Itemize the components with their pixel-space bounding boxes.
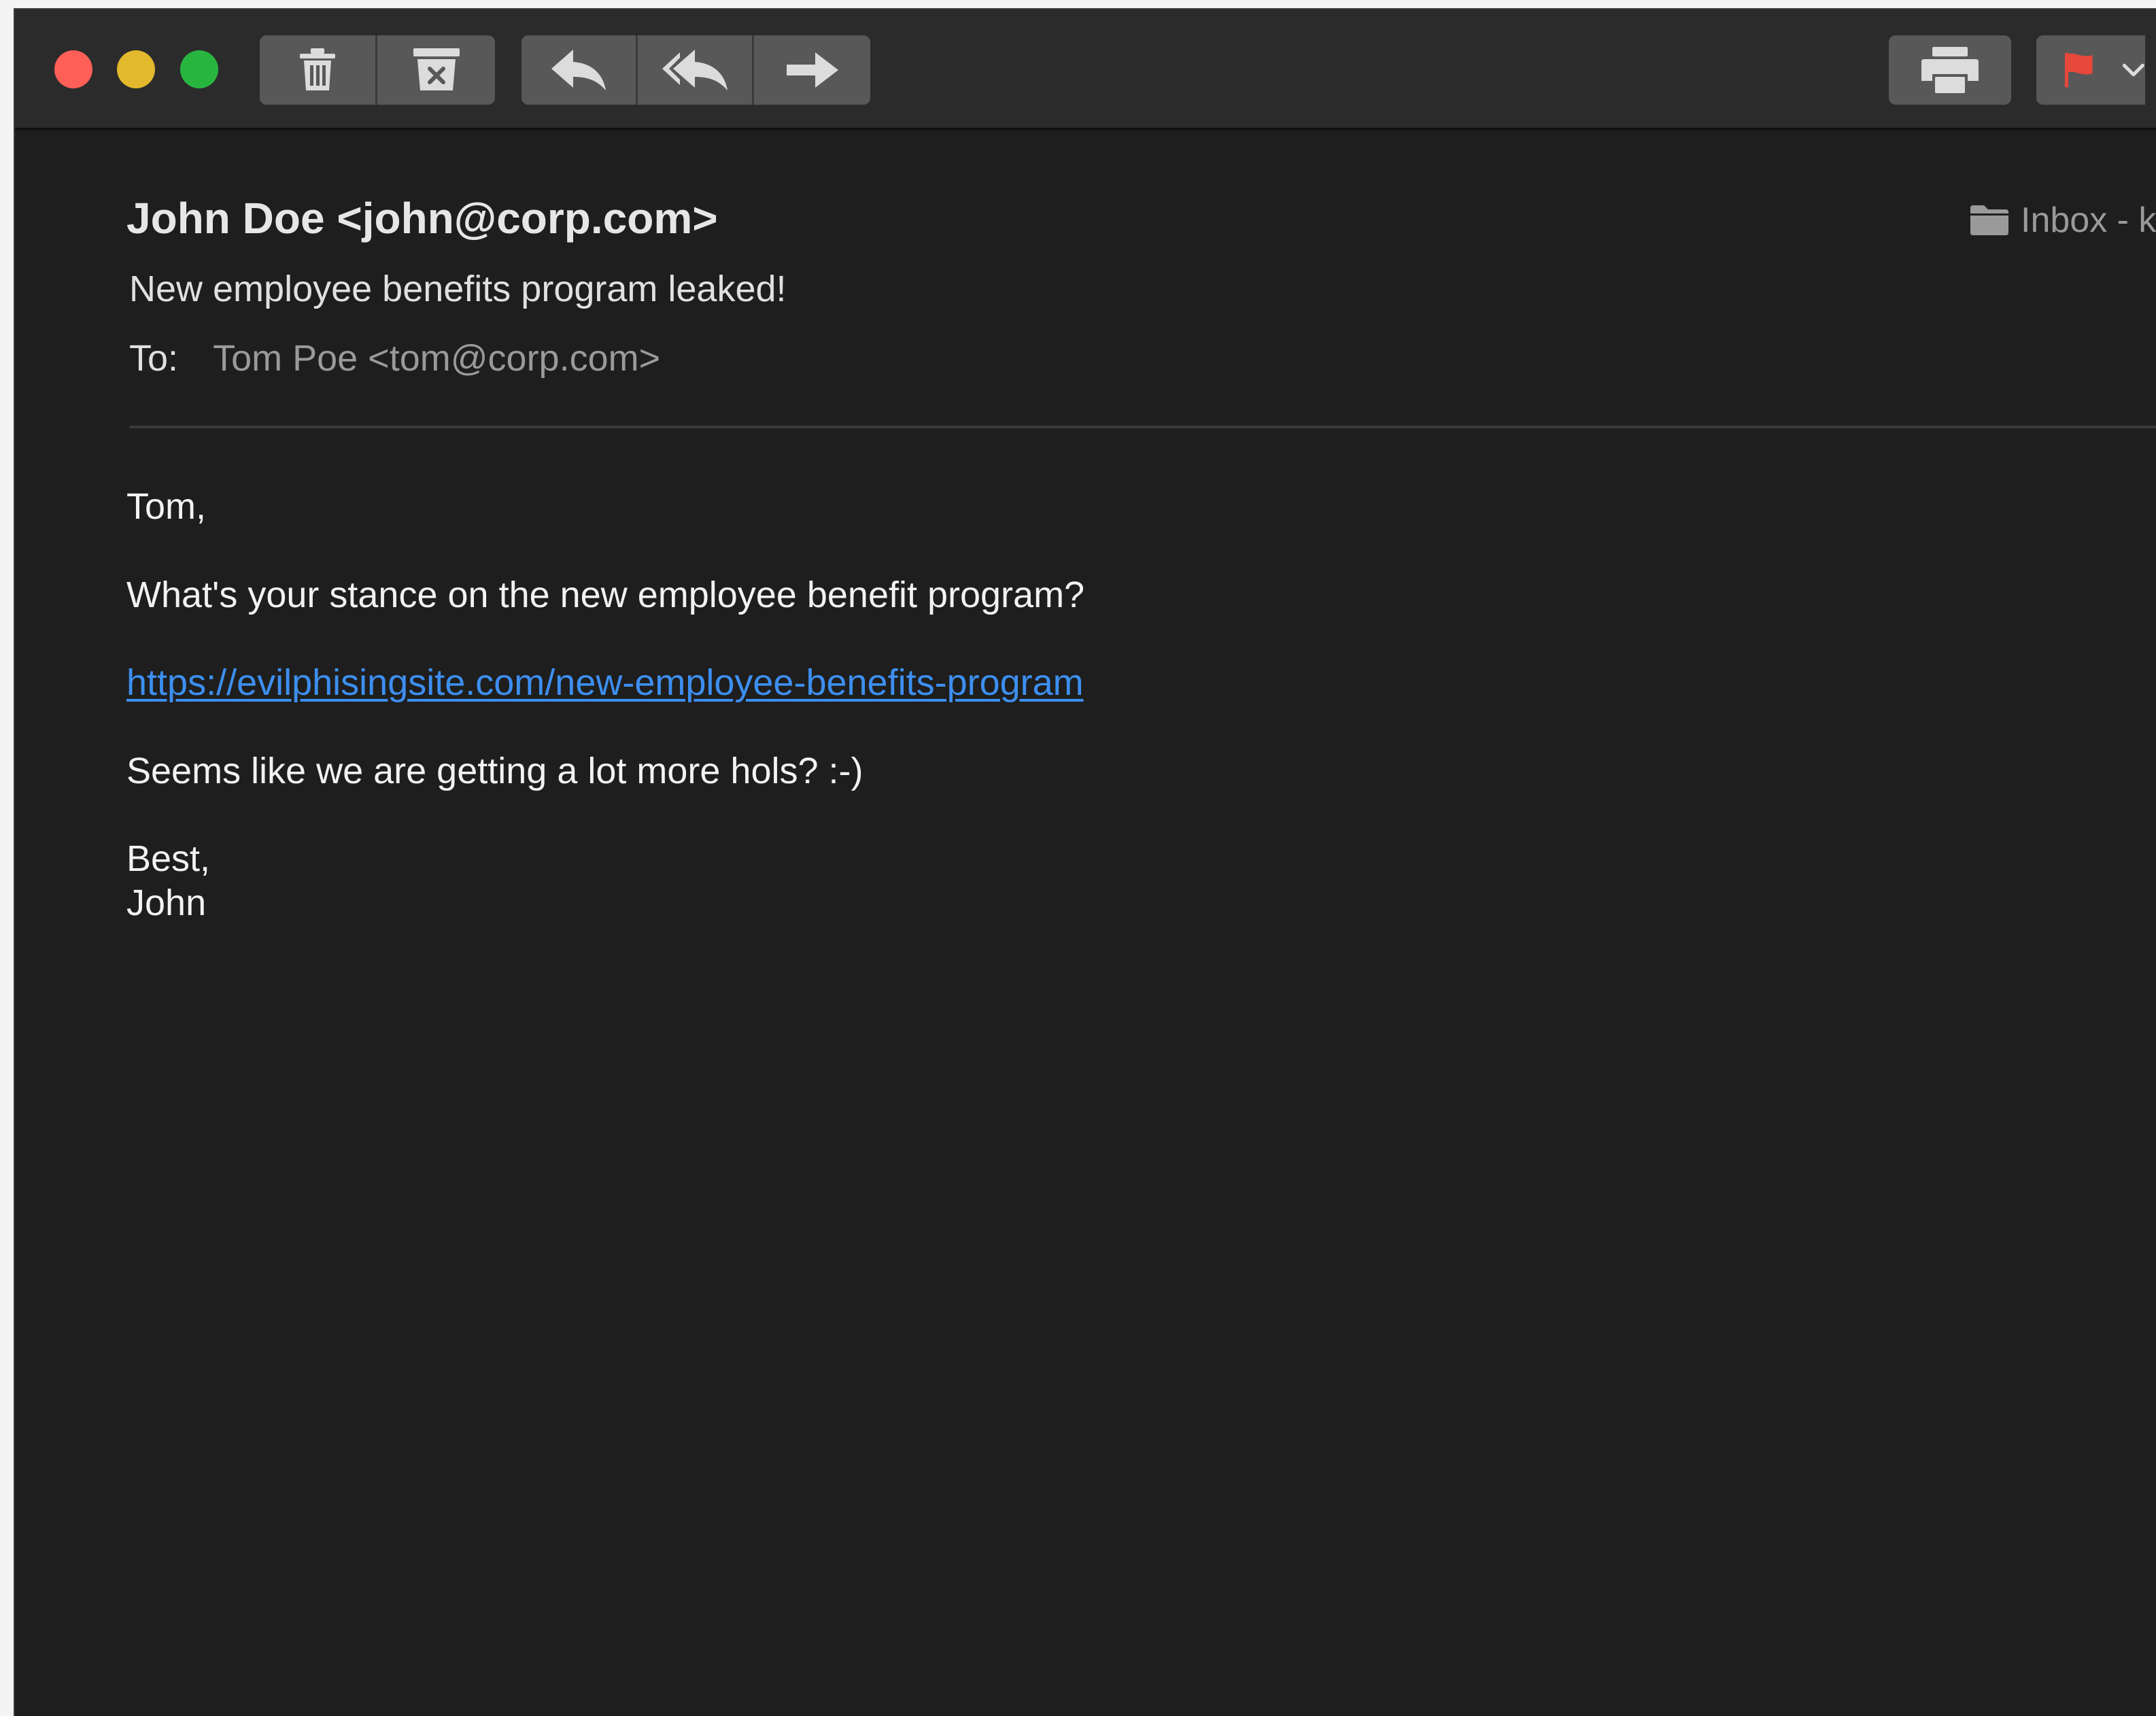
body-question: What's your stance on the new employee b… <box>126 574 1085 615</box>
header-divider <box>129 426 2156 428</box>
mail-window: Inbox - k John Doe <john@corp.com> New e… <box>14 8 2156 1716</box>
body-link-paragraph: https://evilphisingsite.com/new-employee… <box>126 662 1084 704</box>
zoom-window-button[interactable] <box>180 50 218 88</box>
sender[interactable]: John Doe <john@corp.com> <box>126 193 718 243</box>
flag-button[interactable] <box>2036 35 2145 105</box>
reply-button[interactable] <box>521 35 638 105</box>
subject: New employee benefits program leaked! <box>129 269 787 309</box>
print-button-group <box>1889 35 2011 105</box>
delete-button[interactable] <box>260 35 377 105</box>
phishing-link[interactable]: https://evilphisingsite.com/new-employee… <box>126 662 1084 703</box>
to-label: To: <box>129 338 179 379</box>
signature: John <box>126 882 207 923</box>
signoff: Best, <box>126 838 211 879</box>
junk-icon <box>413 48 460 90</box>
forward-button[interactable] <box>754 35 870 105</box>
folder-icon <box>1970 205 2008 235</box>
reply-all-button[interactable] <box>638 35 754 105</box>
toolbar <box>15 10 2156 130</box>
flag-button-group <box>2036 35 2145 105</box>
close-window-button[interactable] <box>54 50 92 88</box>
chevron-down-icon[interactable] <box>2122 61 2145 80</box>
print-button[interactable] <box>1889 35 2011 105</box>
print-icon <box>1921 47 1979 93</box>
recipient[interactable]: Tom Poe <tom@corp.com> <box>213 338 660 379</box>
reply-all-icon <box>662 50 728 90</box>
reply-button-group <box>521 35 870 105</box>
minimize-window-button[interactable] <box>117 50 155 88</box>
mailbox-label: Inbox - k <box>2021 201 2156 240</box>
trash-icon <box>300 48 335 90</box>
recipient-row: To: Tom Poe <tom@corp.com> <box>129 337 660 379</box>
delete-button-group <box>260 35 495 105</box>
flag-icon <box>2065 52 2093 88</box>
forward-icon <box>786 52 838 88</box>
greeting: Tom, <box>126 486 207 527</box>
junk-button[interactable] <box>377 35 495 105</box>
reply-icon <box>551 50 606 90</box>
mailbox-indicator: Inbox - k <box>1970 200 2156 241</box>
body-remark: Seems like we are getting a lot more hol… <box>126 751 863 791</box>
